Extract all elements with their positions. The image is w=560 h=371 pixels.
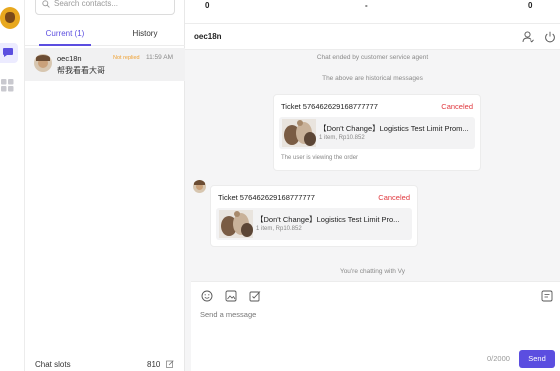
- contact-last-message: 帮我看看大哥: [57, 66, 105, 75]
- left-rail: [0, 0, 25, 371]
- ticket-card[interactable]: Ticket 576462629168777777 Canceled 【Don'…: [273, 94, 481, 171]
- chat-nav-icon[interactable]: [0, 43, 18, 63]
- emoji-icon[interactable]: [201, 289, 213, 307]
- stat-2-value: -: [365, 1, 368, 10]
- product-card[interactable]: 【Don't Change】Logistics Test Limit Prom.…: [279, 117, 475, 149]
- quick-reply-icon[interactable]: [541, 289, 553, 307]
- user-profile-icon[interactable]: [522, 30, 534, 48]
- end-chat-icon[interactable]: [544, 30, 556, 48]
- contact-name: oec18n: [57, 54, 82, 63]
- stats-bar: 0 - 0: [185, 0, 560, 24]
- product-meta: 1 item, Rp10.852: [256, 226, 302, 232]
- ticket-card[interactable]: Ticket 576462629168777777 Canceled 【Don'…: [210, 185, 418, 247]
- chat-slots-label: Chat slots: [35, 360, 71, 369]
- viewing-order-note: The user is viewing the order: [281, 155, 359, 161]
- chat-ended-notice: Chat ended by customer service agent: [316, 54, 429, 61]
- shop-avatar[interactable]: [0, 7, 20, 29]
- stat-1-value: 0: [205, 1, 210, 10]
- contacts-panel: Search contacts... Current (1) History o…: [25, 0, 185, 371]
- chat-title: oec18n: [194, 32, 222, 41]
- ticket-title: Ticket 576462629168777777: [218, 193, 315, 202]
- product-meta: 1 item, Rp10.852: [319, 135, 365, 141]
- contact-avatar: [34, 54, 52, 72]
- ticket-title: Ticket 576462629168777777: [281, 102, 378, 111]
- contact-tabs: Current (1) History: [25, 26, 185, 46]
- message-input[interactable]: Send a message: [200, 310, 256, 319]
- edit-icon[interactable]: [166, 360, 174, 370]
- apps-grid-icon[interactable]: [1, 79, 14, 97]
- search-icon: [42, 0, 50, 8]
- stat-1: 0: [205, 0, 209, 10]
- product-image: [282, 119, 316, 147]
- history-notice: The above are historical messages: [322, 75, 423, 82]
- char-counter: 0/2000: [487, 354, 510, 363]
- search-placeholder: Search contacts...: [54, 0, 119, 8]
- product-image: [219, 210, 253, 238]
- message-composer: Send a message 0/2000 Send: [191, 281, 560, 371]
- stat-3-value: 0: [528, 1, 533, 10]
- chat-slots-value: 810: [147, 360, 161, 369]
- contact-time: 11:59 AM: [146, 54, 173, 61]
- stat-2: -: [365, 0, 368, 10]
- chat-header: oec18n: [185, 24, 560, 50]
- chatting-with-notice: You're chatting with Vy: [339, 268, 406, 275]
- tab-history[interactable]: History: [105, 26, 185, 45]
- app-root: Search contacts... Current (1) History o…: [0, 0, 560, 371]
- not-replied-badge: Not replied: [113, 55, 140, 61]
- stat-3: 0: [528, 0, 532, 10]
- send-button[interactable]: Send: [519, 350, 555, 368]
- ticket-status: Canceled: [378, 193, 410, 202]
- product-card[interactable]: 【Don't Change】Logistics Test Limit Pro..…: [216, 208, 412, 240]
- search-input[interactable]: Search contacts...: [35, 0, 175, 15]
- ticket-status: Canceled: [441, 102, 473, 111]
- contact-list-item[interactable]: oec18n Not replied 11:59 AM 帮我看看大哥: [25, 48, 185, 81]
- product-name: 【Don't Change】Logistics Test Limit Pro..…: [256, 215, 400, 224]
- order-select-icon[interactable]: [249, 289, 261, 307]
- customer-avatar: [193, 180, 206, 193]
- tab-current[interactable]: Current (1): [25, 26, 105, 46]
- image-icon[interactable]: [225, 289, 237, 307]
- product-name: 【Don't Change】Logistics Test Limit Prom.…: [319, 124, 469, 133]
